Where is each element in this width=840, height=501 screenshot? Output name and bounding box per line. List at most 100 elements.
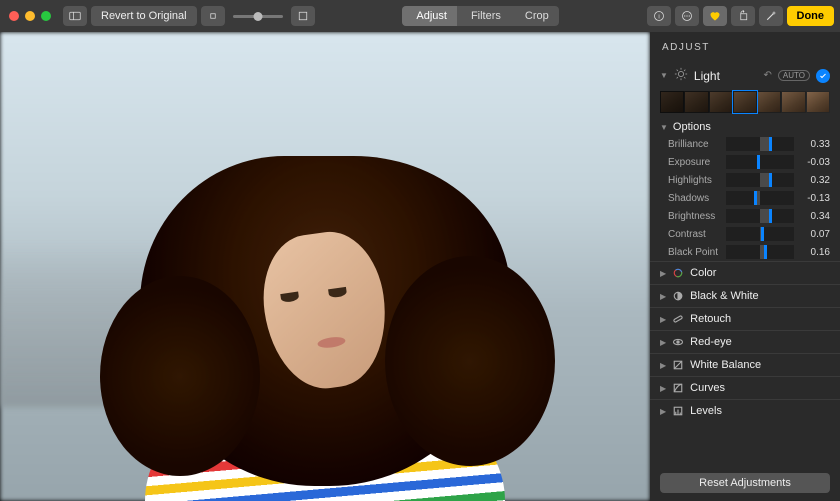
info-icon: i	[653, 10, 665, 22]
minimize-window-button[interactable]	[25, 11, 35, 21]
category-label: Retouch	[690, 313, 731, 325]
light-enabled-check[interactable]	[816, 69, 830, 83]
light-section-header: ▼ Light ↶ AUTO	[650, 61, 840, 88]
category-label: White Balance	[690, 359, 761, 371]
tab-adjust-label: Adjust	[416, 10, 447, 22]
chevron-right-icon: ▶	[660, 361, 666, 370]
wb-square-icon	[672, 359, 684, 371]
category-label: Red-eye	[690, 336, 732, 348]
slider-value: -0.13	[800, 193, 830, 204]
chevron-right-icon: ▶	[660, 292, 666, 301]
zoom-small-icon	[207, 10, 219, 22]
category-curves[interactable]: ▶ Curves	[650, 376, 840, 399]
slider-value: 0.32	[800, 175, 830, 186]
toolbar: Revert to Original Adjust Filters Crop i	[0, 0, 840, 32]
slider-track[interactable]	[726, 155, 794, 169]
rotate-icon	[737, 10, 749, 22]
window-controls	[6, 11, 51, 21]
color-circle-icon	[672, 267, 684, 279]
slider-label: Brightness	[668, 211, 720, 222]
slider-row-highlights: Highlights 0.32	[650, 171, 840, 189]
mode-segment: Adjust Filters Crop	[402, 6, 558, 26]
sidebar-icon	[69, 10, 81, 22]
light-auto-button[interactable]: AUTO	[778, 70, 810, 81]
options-disclosure[interactable]: ▼	[660, 123, 668, 132]
light-preset-thumbnails	[650, 88, 840, 119]
tab-crop-label: Crop	[525, 10, 549, 22]
zoom-in-button[interactable]	[291, 6, 315, 26]
slider-track[interactable]	[726, 191, 794, 205]
category-label: Color	[690, 267, 716, 279]
enhance-button[interactable]	[759, 6, 783, 26]
slider-track[interactable]	[726, 137, 794, 151]
main-area: ADJUST ▼ Light ↶ AUTO ▼ Options Brillian…	[0, 32, 840, 501]
slider-label: Highlights	[668, 175, 720, 186]
revert-button[interactable]: Revert to Original	[91, 6, 197, 26]
slider-row-exposure: Exposure -0.03	[650, 153, 840, 171]
slider-label: Shadows	[668, 193, 720, 204]
magic-wand-icon	[765, 10, 777, 22]
category-label: Curves	[690, 382, 725, 394]
zoom-large-icon	[297, 10, 309, 22]
tab-crop[interactable]: Crop	[511, 6, 559, 26]
light-preset-2[interactable]	[684, 91, 708, 113]
slider-track[interactable]	[726, 209, 794, 223]
heart-icon	[709, 10, 721, 22]
category-red-eye[interactable]: ▶ Red-eye	[650, 330, 840, 353]
slider-value: 0.07	[800, 229, 830, 240]
photo-canvas[interactable]	[0, 32, 650, 501]
panel-title: ADJUST	[650, 32, 840, 61]
slider-row-brightness: Brightness 0.34	[650, 207, 840, 225]
slider-row-shadows: Shadows -0.13	[650, 189, 840, 207]
category-label: Levels	[690, 405, 722, 417]
category-retouch[interactable]: ▶Retouch	[650, 307, 840, 330]
light-preset-7[interactable]	[806, 91, 830, 113]
photo-subject	[85, 51, 565, 501]
slider-value: -0.03	[800, 157, 830, 168]
chevron-right-icon: ▶	[660, 338, 666, 347]
category-white-balance[interactable]: ▶ White Balance	[650, 353, 840, 376]
category-label: Black & White	[690, 290, 758, 302]
eye-icon	[672, 336, 684, 348]
light-disclosure[interactable]: ▼	[660, 71, 668, 80]
light-undo-button[interactable]: ↶	[764, 70, 772, 81]
fullscreen-window-button[interactable]	[41, 11, 51, 21]
chevron-right-icon: ▶	[660, 384, 666, 393]
light-preset-4[interactable]	[733, 91, 757, 113]
rotate-button[interactable]	[731, 6, 755, 26]
slider-row-brilliance: Brilliance0.33	[650, 135, 840, 153]
tab-adjust[interactable]: Adjust	[402, 6, 457, 26]
slider-value: 0.33	[800, 139, 830, 150]
adjust-panel: ADJUST ▼ Light ↶ AUTO ▼ Options Brillian…	[650, 32, 840, 501]
sidebar-toggle-button[interactable]	[63, 6, 87, 26]
levels-icon	[672, 405, 684, 417]
favorite-button[interactable]	[703, 6, 727, 26]
slider-value: 0.34	[800, 211, 830, 222]
category-color[interactable]: ▶Color	[650, 261, 840, 284]
options-header[interactable]: ▼ Options	[650, 119, 840, 135]
light-preset-3[interactable]	[709, 91, 733, 113]
slider-row-black-point: Black Point0.16	[650, 243, 840, 261]
reset-adjustments-button[interactable]: Reset Adjustments	[660, 473, 830, 493]
category-levels[interactable]: ▶ Levels	[650, 399, 840, 422]
tab-filters-label: Filters	[471, 10, 501, 22]
close-window-button[interactable]	[9, 11, 19, 21]
info-button[interactable]: i	[647, 6, 671, 26]
light-preset-5[interactable]	[757, 91, 781, 113]
options-label: Options	[673, 121, 711, 133]
light-icon	[674, 67, 688, 84]
slider-track[interactable]	[726, 227, 794, 241]
slider-label: Exposure	[668, 157, 720, 168]
light-preset-6[interactable]	[781, 91, 805, 113]
zoom-out-button[interactable]	[201, 6, 225, 26]
zoom-slider[interactable]	[233, 15, 283, 18]
chevron-right-icon: ▶	[660, 407, 666, 416]
done-button[interactable]: Done	[787, 6, 835, 26]
slider-track[interactable]	[726, 173, 794, 187]
light-preset-1[interactable]	[660, 91, 684, 113]
slider-track[interactable]	[726, 245, 794, 259]
slider-label: Contrast	[668, 229, 720, 240]
tab-filters[interactable]: Filters	[457, 6, 511, 26]
more-button[interactable]	[675, 6, 699, 26]
category-black-white[interactable]: ▶ Black & White	[650, 284, 840, 307]
